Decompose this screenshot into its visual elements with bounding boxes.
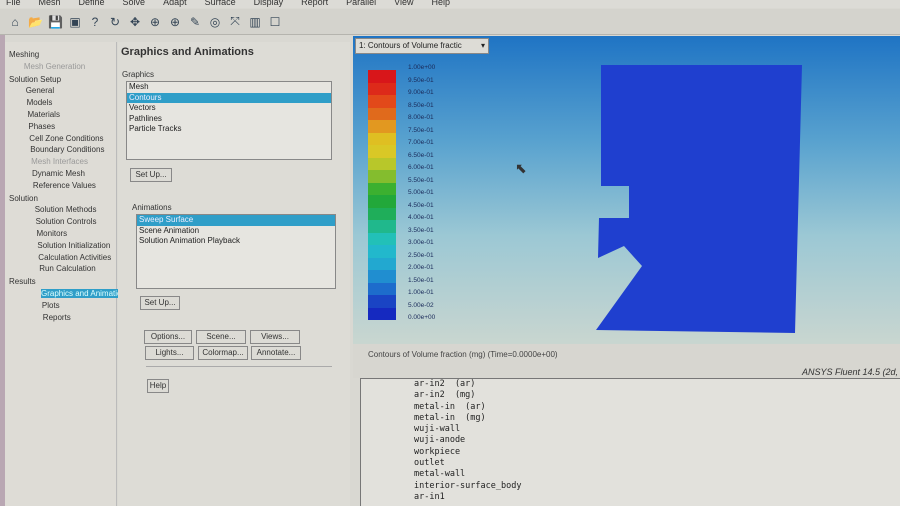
tree-item-materials[interactable]: Materials — [28, 110, 60, 119]
toolbar: ⌂ 📂 💾 ▣? ↻ ✥ ⊕ ⊕ ✎ ◎ ⤧ ▥ ☐ — [0, 9, 900, 35]
tree-item-phases[interactable]: Phases — [28, 122, 55, 131]
plot-caption: Contours of Volume fraction (mg) (Time=0… — [368, 350, 558, 359]
menu-item-display[interactable]: Display — [254, 0, 284, 8]
scene-button[interactable]: Scene... — [196, 330, 246, 344]
console-line: workpiece — [414, 446, 461, 457]
zoom-in-icon[interactable]: ⊕ — [148, 15, 162, 29]
caption-bar: Contours of Volume fraction (mg) (Time=0… — [353, 344, 900, 378]
menu-item-help[interactable]: Help — [432, 0, 451, 8]
console-line: outlet — [414, 458, 445, 469]
console-line: ar-in2 (ar) — [414, 379, 476, 389]
lights-button[interactable]: Lights... — [145, 346, 194, 360]
animation-item-sweep-surface[interactable]: Sweep Surface — [137, 215, 335, 226]
menu-item-mesh[interactable]: Mesh — [39, 0, 61, 8]
options-button[interactable]: Options... — [144, 330, 192, 344]
image-icon[interactable]: ▣ — [68, 15, 82, 29]
tree-item-cell-zone-conditions[interactable]: Cell Zone Conditions — [29, 134, 103, 143]
tree-item-reports[interactable]: Reports — [43, 313, 71, 322]
help-icon[interactable]: ? — [88, 15, 102, 29]
animation-item-solution-animation-playback[interactable]: Solution Animation Playback — [137, 236, 335, 247]
graphics-list[interactable]: Mesh Contours Vectors Pathlines Particle Tra… — [126, 81, 332, 160]
menu-bar: File Mesh Define Solve Adapt Surface Display Re… — [0, 0, 900, 8]
pan-icon[interactable]: ✥ — [128, 15, 142, 29]
graphics-window[interactable]: 1: Contours of Volume fractic ▾ 1.00e+00 9… — [353, 36, 900, 344]
animations-label: Animations — [132, 203, 172, 212]
console-line: ar-in2 (mg) — [414, 390, 476, 401]
tree-item-meshing[interactable]: Meshing — [9, 50, 39, 59]
tree-item-solution-initialization[interactable]: Solution Initialization — [37, 241, 110, 250]
console-line: metal-in (mg) — [414, 412, 486, 423]
views-button[interactable]: Views... — [250, 330, 300, 344]
console-output[interactable]: ar-in2 (ar) ar-in2 (mg) metal-in (ar) metal… — [360, 378, 900, 506]
save-icon[interactable]: 💾 — [48, 15, 63, 29]
console-line: wuji-anode — [414, 435, 466, 446]
tree-item-solution-controls[interactable]: Solution Controls — [36, 217, 97, 226]
console-line: metal-in (ar) — [414, 401, 486, 412]
menu-item-file[interactable]: File — [6, 0, 21, 8]
graphics-item-particle-tracks[interactable]: Particle Tracks — [127, 124, 331, 135]
graphics-label: Graphics — [122, 70, 155, 79]
home-icon[interactable]: ⌂ — [8, 15, 22, 29]
contour-plot — [596, 65, 802, 333]
tree-item-calculation-activities[interactable]: Calculation Activities — [38, 253, 111, 262]
tree-item-mesh-interfaces[interactable]: Mesh Interfaces — [31, 157, 88, 166]
colormap-button[interactable]: Colormap... — [198, 346, 248, 360]
layout-icon[interactable]: ▥ — [248, 15, 262, 29]
tree-item-solution-setup[interactable]: Solution Setup — [9, 75, 61, 84]
menu-item-parallel[interactable]: Parallel — [346, 0, 376, 8]
menu-item-report[interactable]: Report — [301, 0, 328, 8]
probe-icon[interactable]: ✎ — [188, 15, 202, 29]
version-label: ANSYS Fluent 14.5 (2d, — [801, 367, 898, 377]
annotate-button[interactable]: Annotate... — [251, 346, 301, 360]
tree-item-boundary-conditions[interactable]: Boundary Conditions — [30, 145, 104, 154]
panel-title: Graphics and Animations — [121, 46, 254, 58]
tree-item-monitors[interactable]: Monitors — [37, 229, 68, 238]
graphics-item-mesh[interactable]: Mesh — [127, 82, 331, 93]
tree-item-run-calculation[interactable]: Run Calculation — [39, 264, 95, 273]
graphics-item-vectors[interactable]: Vectors — [127, 103, 331, 114]
zoom-fit-icon[interactable]: ⊕ — [168, 15, 182, 29]
tree-item-dynamic-mesh[interactable]: Dynamic Mesh — [32, 169, 85, 178]
zoom-box-icon[interactable]: ◎ — [208, 15, 222, 29]
navigation-tree: Meshing Mesh Generation Solution Setup Gene… — [5, 42, 130, 506]
animations-list[interactable]: Sweep Surface Scene Animation Solution Ani… — [136, 214, 336, 289]
help-button[interactable]: Help — [147, 379, 169, 393]
domain-shape — [596, 65, 802, 333]
console-line: wuji-wall — [414, 424, 461, 435]
tree-item-mesh-generation[interactable]: Mesh Generation — [24, 62, 85, 71]
axes-icon[interactable]: ⤧ — [228, 14, 242, 29]
graphics-animations-panel: Graphics and Animations Graphics Mesh Con… — [118, 42, 350, 506]
animation-item-scene-animation[interactable]: Scene Animation — [137, 226, 335, 237]
tree-item-solution[interactable]: Solution — [9, 194, 38, 203]
mouse-cursor-icon: ⬉ — [515, 160, 527, 176]
menu-item-define[interactable]: Define — [79, 0, 105, 8]
tree-item-general[interactable]: General — [26, 86, 54, 95]
tree-item-plots[interactable]: Plots — [42, 301, 60, 310]
tree-item-results[interactable]: Results — [9, 277, 36, 286]
window-icon[interactable]: ☐ — [268, 15, 282, 29]
tree-item-solution-methods[interactable]: Solution Methods — [35, 205, 97, 214]
animations-setup-button[interactable]: Set Up... — [140, 296, 180, 310]
menu-item-surface[interactable]: Surface — [205, 0, 236, 8]
tree-item-reference-values[interactable]: Reference Values — [33, 181, 96, 190]
divider — [146, 366, 332, 367]
tree-item-graphics-and-animations[interactable]: Graphics and Animations — [41, 289, 130, 298]
graphics-item-pathlines[interactable]: Pathlines — [127, 114, 331, 125]
graphics-item-contours[interactable]: Contours — [127, 92, 331, 103]
tree-item-models[interactable]: Models — [27, 98, 53, 107]
menu-item-adapt[interactable]: Adapt — [163, 0, 187, 8]
console-line: interior-surface_body — [414, 480, 522, 491]
console-line: ar-in1 — [414, 491, 445, 502]
rotate-icon[interactable]: ↻ — [108, 15, 122, 29]
console-line: metal-wall — [414, 469, 466, 480]
menu-item-view[interactable]: View — [394, 0, 413, 8]
open-icon[interactable]: 📂 — [28, 15, 43, 29]
graphics-setup-button[interactable]: Set Up... — [130, 168, 172, 182]
menu-item-solve[interactable]: Solve — [123, 0, 146, 8]
